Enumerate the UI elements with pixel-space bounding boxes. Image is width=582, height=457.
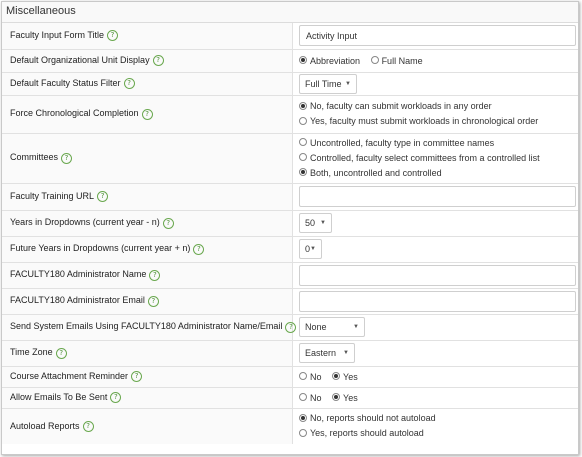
row-autoload: Autoload Reports? No, reports should not… xyxy=(2,408,578,444)
attach-reminder-label: Course Attachment Reminder xyxy=(10,370,129,381)
radio-unselected-icon[interactable] xyxy=(299,428,307,437)
radio-selected-icon[interactable] xyxy=(299,56,307,65)
radio-chrono-yes[interactable]: Yes, faculty must submit workloads in ch… xyxy=(299,114,578,129)
caret-down-icon: ▼ xyxy=(345,80,351,87)
years-back-select[interactable]: 50 ▼ xyxy=(299,213,332,233)
help-icon[interactable]: ? xyxy=(149,269,161,281)
radio-full-name[interactable]: Full Name xyxy=(370,56,423,66)
years-back-label: Years in Dropdowns (current year - n) xyxy=(10,217,160,228)
radio-reminder-yes[interactable]: Yes xyxy=(332,372,358,382)
years-future-select[interactable]: 0 ▼ xyxy=(299,239,322,259)
row-admin-email: FACULTY180 Administrator Email? xyxy=(2,288,578,315)
help-icon[interactable]: ? xyxy=(152,55,164,67)
radio-unselected-icon[interactable] xyxy=(299,372,307,381)
row-timezone: Time Zone? Eastern ▼ xyxy=(2,340,578,367)
row-allow-emails: Allow Emails To Be Sent? No Yes xyxy=(2,387,578,409)
row-send-as: Send System Emails Using FACULTY180 Admi… xyxy=(2,314,578,341)
caret-down-icon: ▼ xyxy=(353,324,359,330)
row-years-future: Future Years in Dropdowns (current year … xyxy=(2,236,578,263)
admin-name-input[interactable] xyxy=(299,264,576,286)
help-icon[interactable]: ? xyxy=(285,321,297,333)
help-icon[interactable]: ? xyxy=(193,243,205,255)
radio-autoload-no[interactable]: No, reports should not autoload xyxy=(299,411,578,426)
radio-abbreviation[interactable]: Abbreviation xyxy=(299,56,360,66)
help-icon[interactable]: ? xyxy=(141,108,153,120)
years-future-label: Future Years in Dropdowns (current year … xyxy=(10,243,191,254)
radio-unselected-icon[interactable] xyxy=(299,116,307,125)
chrono-label: Force Chronological Completion xyxy=(10,108,139,119)
admin-email-input[interactable] xyxy=(299,290,576,312)
help-icon[interactable]: ? xyxy=(107,30,119,42)
help-icon[interactable]: ? xyxy=(147,295,159,307)
help-icon[interactable]: ? xyxy=(123,78,135,90)
form-title-label: Faculty Input Form Title xyxy=(10,30,105,41)
settings-panel: Miscellaneous Faculty Input Form Title? … xyxy=(1,1,579,455)
training-url-label: Faculty Training URL xyxy=(10,190,95,201)
radio-autoload-yes[interactable]: Yes, reports should autoload xyxy=(299,426,578,441)
allow-emails-label: Allow Emails To Be Sent xyxy=(10,391,108,402)
radio-selected-icon[interactable] xyxy=(299,168,307,177)
radio-committees-controlled[interactable]: Controlled, faculty select committees fr… xyxy=(299,151,578,166)
radio-emails-no[interactable]: No xyxy=(299,393,322,403)
form-title-input[interactable] xyxy=(299,25,576,47)
committees-label: Committees xyxy=(10,152,59,163)
row-status-filter: Default Faculty Status Filter? Full Time… xyxy=(2,72,578,96)
row-form-title: Faculty Input Form Title? xyxy=(2,23,578,50)
training-url-input[interactable] xyxy=(299,186,576,207)
help-icon[interactable]: ? xyxy=(82,420,94,432)
timezone-select[interactable]: Eastern ▼ xyxy=(299,343,355,363)
admin-email-label: FACULTY180 Administrator Email xyxy=(10,295,145,306)
row-org-unit: Default Organizational Unit Display? Abb… xyxy=(2,49,578,73)
radio-committees-both[interactable]: Both, uncontrolled and controlled xyxy=(299,166,578,181)
radio-unselected-icon[interactable] xyxy=(299,138,307,147)
radio-selected-icon[interactable] xyxy=(299,101,307,110)
help-icon[interactable]: ? xyxy=(55,347,67,359)
org-unit-label: Default Organizational Unit Display xyxy=(10,54,150,65)
radio-emails-yes[interactable]: Yes xyxy=(332,393,358,403)
row-years-back: Years in Dropdowns (current year - n)? 5… xyxy=(2,210,578,237)
row-chronological: Force Chronological Completion? No, facu… xyxy=(2,95,578,134)
caret-down-icon: ▼ xyxy=(320,220,326,226)
autoload-label: Autoload Reports xyxy=(10,420,80,431)
radio-committees-uncontrolled[interactable]: Uncontrolled, faculty type in committee … xyxy=(299,136,578,151)
status-filter-label: Default Faculty Status Filter xyxy=(10,77,121,88)
caret-down-icon: ▼ xyxy=(310,246,316,252)
row-admin-name: FACULTY180 Administrator Name? xyxy=(2,262,578,289)
radio-selected-icon[interactable] xyxy=(299,413,307,422)
caret-down-icon: ▼ xyxy=(343,350,349,356)
row-training-url: Faculty Training URL? xyxy=(2,183,578,211)
help-icon[interactable]: ? xyxy=(110,392,122,404)
radio-chrono-no[interactable]: No, faculty can submit workloads in any … xyxy=(299,99,578,114)
radio-reminder-no[interactable]: No xyxy=(299,372,322,382)
admin-name-label: FACULTY180 Administrator Name xyxy=(10,269,147,280)
help-icon[interactable]: ? xyxy=(131,371,143,383)
section-title: Miscellaneous xyxy=(2,2,578,23)
row-attach-reminder: Course Attachment Reminder? No Yes xyxy=(2,366,578,388)
help-icon[interactable]: ? xyxy=(97,191,109,203)
send-as-label: Send System Emails Using FACULTY180 Admi… xyxy=(10,321,283,332)
row-committees: Committees? Uncontrolled, faculty type i… xyxy=(2,133,578,184)
radio-unselected-icon[interactable] xyxy=(299,153,307,162)
radio-unselected-icon[interactable] xyxy=(370,56,379,65)
radio-selected-icon[interactable] xyxy=(332,372,341,381)
help-icon[interactable]: ? xyxy=(61,152,73,164)
send-as-select[interactable]: None ▼ xyxy=(299,317,365,337)
settings-table: Faculty Input Form Title? Default Organi… xyxy=(2,23,578,444)
help-icon[interactable]: ? xyxy=(162,217,174,229)
radio-unselected-icon[interactable] xyxy=(299,393,307,402)
timezone-label: Time Zone xyxy=(10,347,53,358)
radio-selected-icon[interactable] xyxy=(332,393,341,402)
status-filter-select[interactable]: Full Time ▼ xyxy=(299,73,357,94)
